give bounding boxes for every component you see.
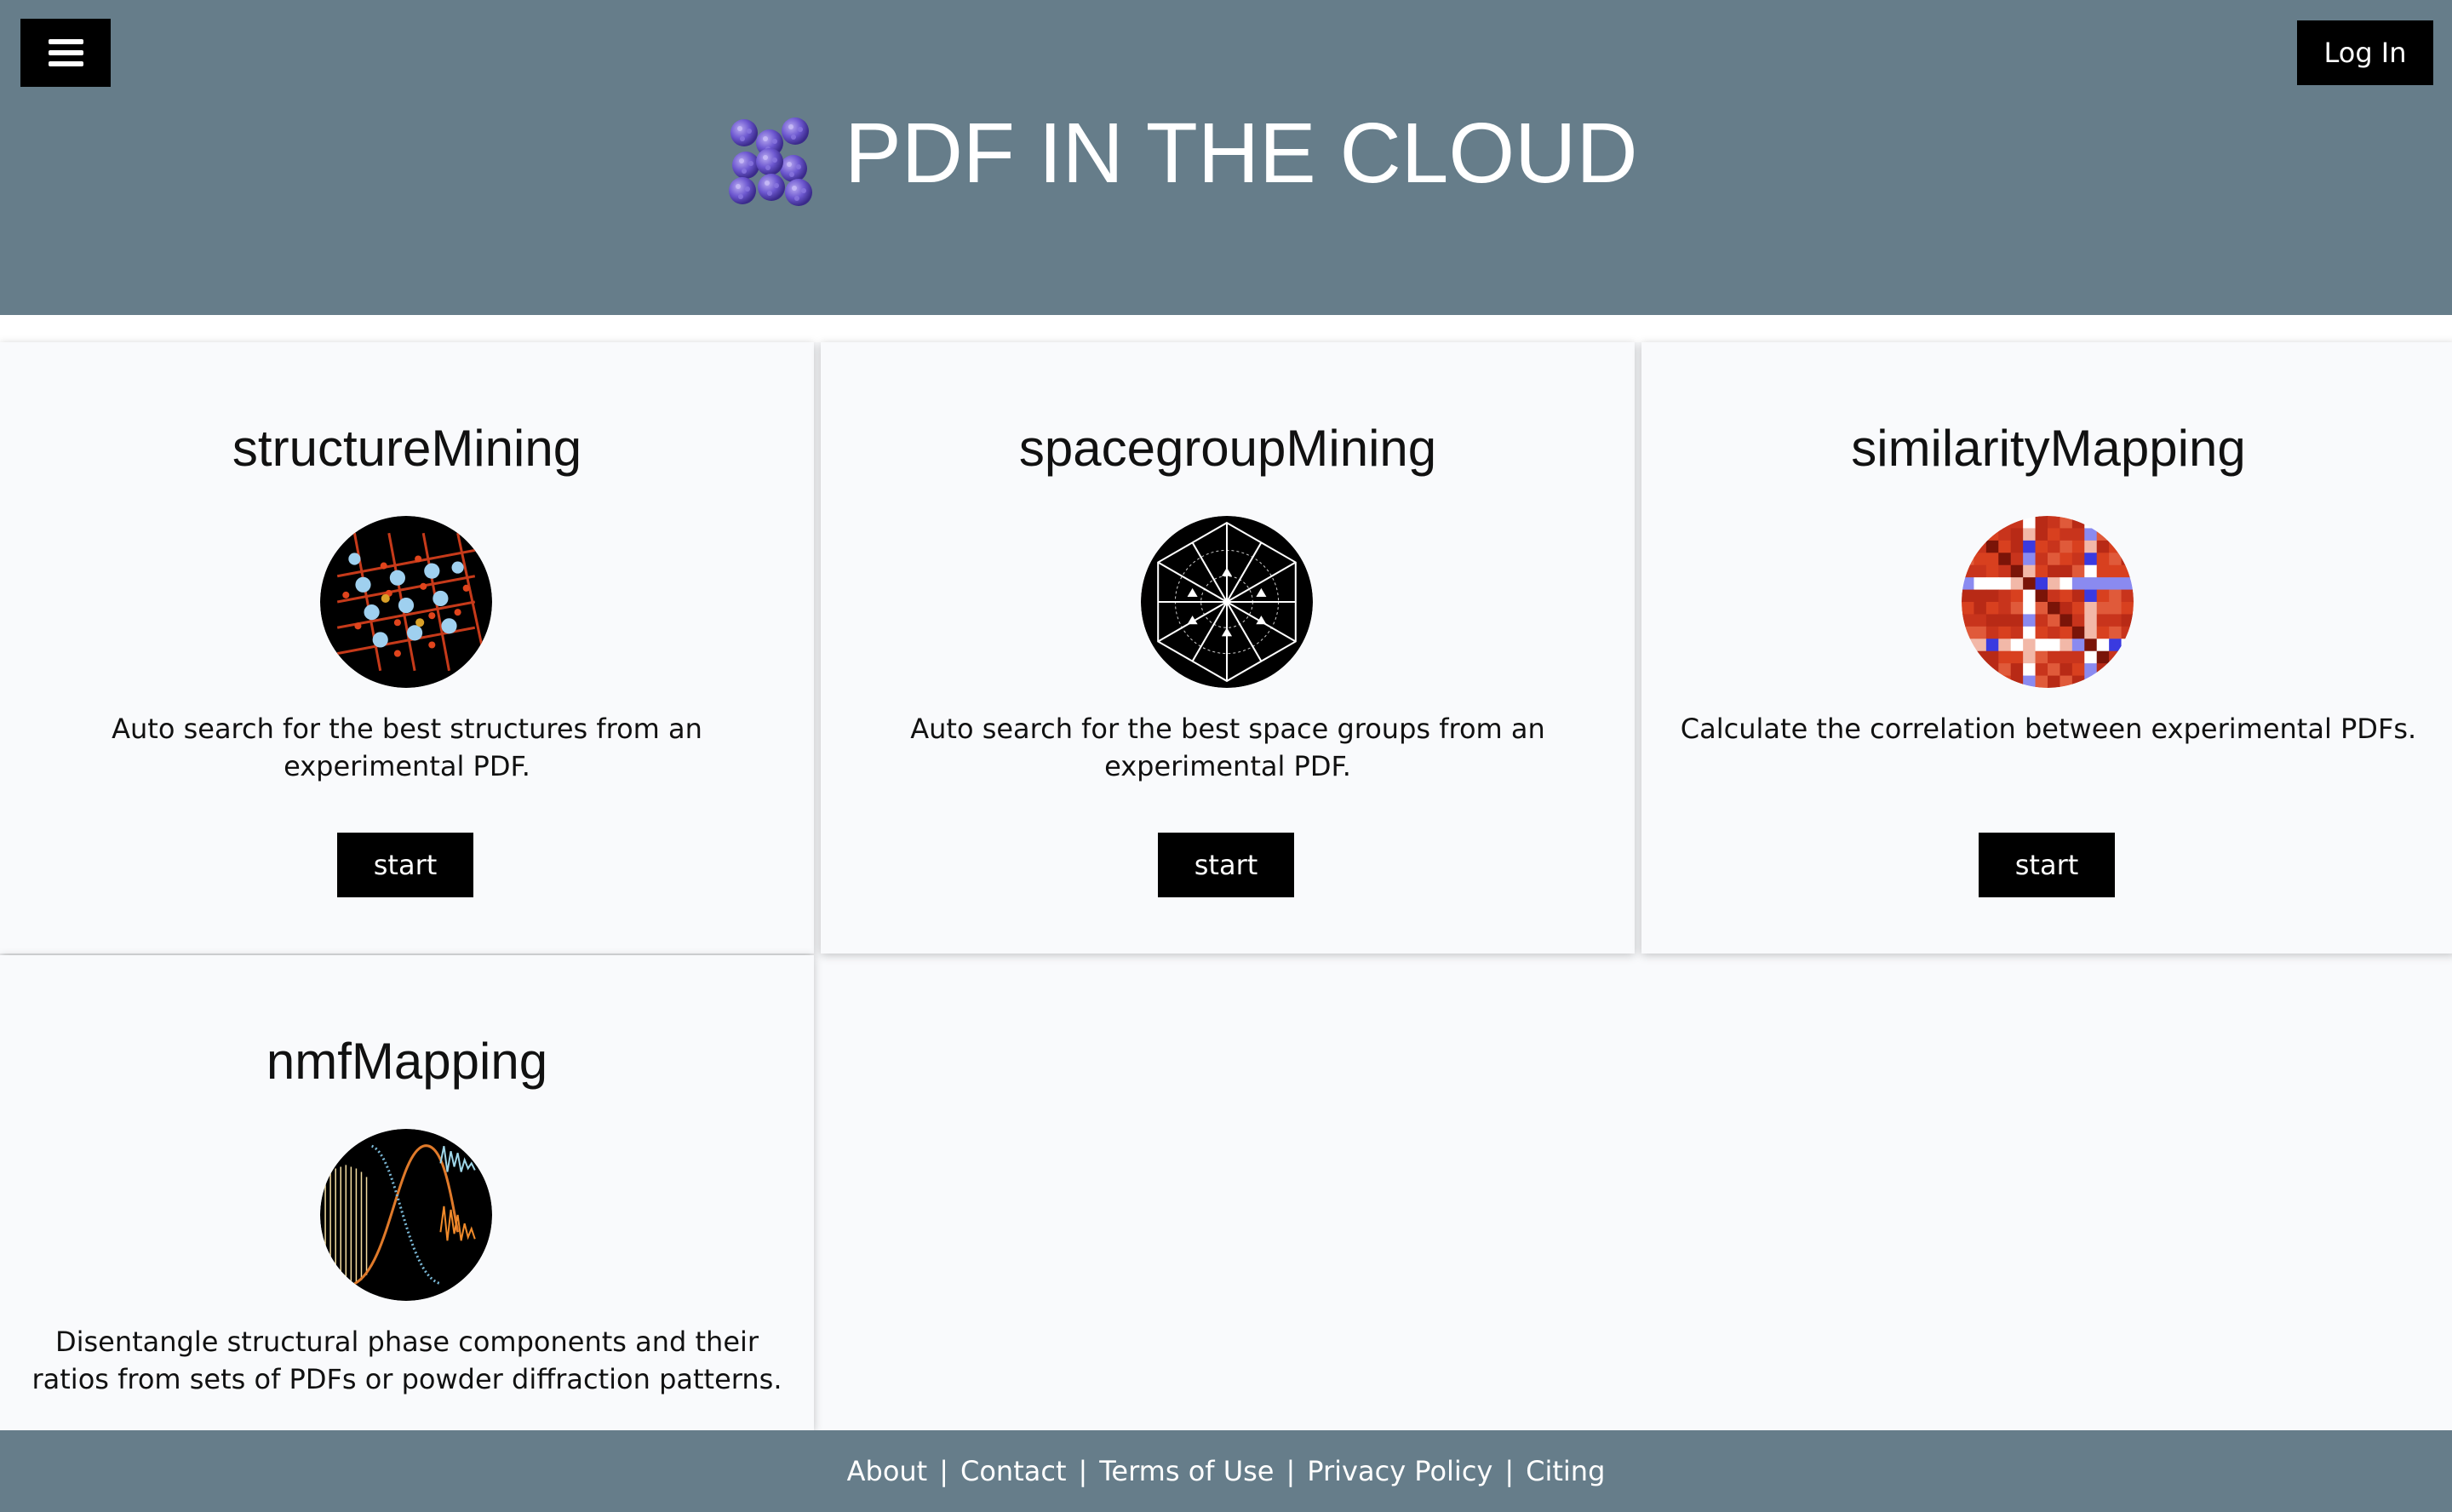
- start-button[interactable]: start: [337, 833, 473, 897]
- footer-separator: |: [1286, 1455, 1296, 1487]
- molecule-cluster-icon: [729, 117, 812, 206]
- card-title: spacegroupMining: [1018, 420, 1437, 477]
- spacegroup-symmetry-icon: [1141, 516, 1313, 688]
- card-title: similarityMapping: [1851, 420, 2246, 477]
- footer-link-about[interactable]: About: [847, 1455, 928, 1487]
- footer-link-terms[interactable]: Terms of Use: [1099, 1455, 1274, 1487]
- card-structure-mining: structureMining Auto search for the best…: [0, 342, 814, 954]
- card-spacegroup-mining: spacegroupMining Auto search for the bes…: [821, 342, 1635, 954]
- crystal-structure-icon: [320, 516, 492, 688]
- correlation-heatmap-icon: [1962, 516, 2134, 688]
- card-similarity-mapping: similarityMapping Calculate the correlat…: [1641, 342, 2452, 954]
- card-description: Auto search for the best space groups fr…: [910, 713, 1545, 782]
- card-title: nmfMapping: [266, 1033, 548, 1090]
- footer-link-privacy[interactable]: Privacy Policy: [1307, 1455, 1492, 1487]
- start-button[interactable]: start: [1979, 833, 2115, 897]
- hamburger-menu-icon[interactable]: [20, 19, 111, 87]
- card-title: structureMining: [232, 420, 582, 477]
- footer-separator: |: [939, 1455, 948, 1487]
- card-description: Calculate the correlation between experi…: [1680, 713, 2417, 745]
- footer-separator: |: [1504, 1455, 1515, 1487]
- card-description: Disentangle structural phase components …: [32, 1326, 782, 1395]
- header: PDF IN THE CLOUD Log In: [0, 0, 2452, 315]
- footer: About | Contact | Terms of Use | Privacy…: [0, 1430, 2452, 1512]
- footer-link-citing[interactable]: Citing: [1526, 1455, 1605, 1487]
- header-divider: [0, 315, 2452, 342]
- login-button[interactable]: Log In: [2297, 20, 2433, 85]
- start-button[interactable]: start: [1158, 833, 1294, 897]
- card-description: Auto search for the best structures from…: [112, 713, 702, 782]
- card-nmf-mapping: nmfMapping Disentangle structural phase …: [0, 955, 814, 1430]
- nmf-curves-icon: [320, 1129, 492, 1301]
- site-title: PDF IN THE CLOUD: [845, 106, 1638, 201]
- footer-separator: |: [1078, 1455, 1088, 1487]
- footer-link-contact[interactable]: Contact: [960, 1455, 1067, 1487]
